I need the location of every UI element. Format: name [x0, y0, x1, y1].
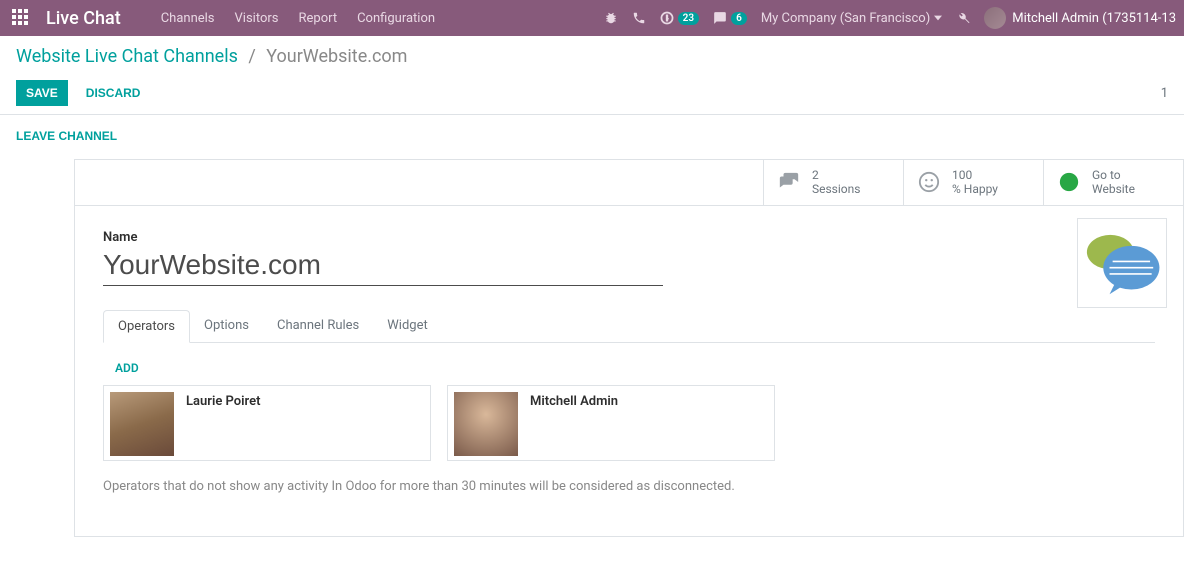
tab-content-operators: ADD Laurie Poiret Mitchell Admin Operato… [103, 343, 1155, 512]
avatar [110, 392, 174, 456]
save-button[interactable]: SAVE [16, 80, 68, 106]
discard-button[interactable]: DISCARD [76, 80, 151, 106]
chat-badge: 6 [731, 12, 747, 25]
stat-happy-count: 100 [952, 168, 998, 182]
secondary-action-bar: LEAVE CHANNEL [0, 115, 1184, 159]
nav-configuration[interactable]: Configuration [357, 11, 435, 26]
stat-button-row: 2 Sessions 100 % Happy Go to Website [75, 160, 1183, 206]
phone-icon[interactable] [632, 11, 646, 25]
avatar [984, 7, 1006, 29]
nav-links: Channels Visitors Report Configuration [161, 11, 435, 26]
channel-image[interactable] [1077, 218, 1167, 308]
user-name: Mitchell Admin (1735114-13 [1012, 11, 1176, 26]
wrench-icon[interactable] [956, 11, 970, 25]
company-selector[interactable]: My Company (San Francisco) [761, 11, 942, 26]
smile-icon [918, 171, 940, 193]
breadcrumb-root[interactable]: Website Live Chat Channels [16, 46, 238, 67]
operator-name: Laurie Poiret [186, 392, 260, 409]
stat-happy-label: % Happy [952, 182, 998, 196]
stat-sessions[interactable]: 2 Sessions [763, 160, 903, 205]
stat-happy[interactable]: 100 % Happy [903, 160, 1043, 205]
tab-channel-rules[interactable]: Channel Rules [263, 310, 373, 342]
chat-icon[interactable]: 6 [713, 11, 747, 25]
breadcrumb-bar: Website Live Chat Channels / YourWebsite… [0, 36, 1184, 72]
action-bar: SAVE DISCARD 1 [0, 72, 1184, 115]
systray: 23 6 My Company (San Francisco) Mitchell… [604, 7, 1176, 29]
name-input[interactable] [103, 249, 663, 286]
stat-sessions-count: 2 [812, 168, 860, 182]
chat-bubbles-icon [778, 171, 800, 193]
nav-channels[interactable]: Channels [161, 11, 215, 26]
apps-icon[interactable] [12, 9, 30, 27]
form-sheet: 2 Sessions 100 % Happy Go to Website [74, 159, 1184, 537]
add-operator-button[interactable]: ADD [115, 361, 139, 375]
app-brand: Live Chat [46, 8, 121, 29]
operators-help-text: Operators that do not show any activity … [103, 479, 1155, 494]
activity-badge: 23 [678, 12, 699, 25]
chevron-down-icon [934, 14, 942, 22]
avatar [454, 392, 518, 456]
bug-icon[interactable] [604, 11, 618, 25]
top-navbar: Live Chat Channels Visitors Report Confi… [0, 0, 1184, 36]
tab-options[interactable]: Options [190, 310, 263, 342]
tab-operators[interactable]: Operators [103, 310, 190, 343]
page-indicator: 1 [1161, 86, 1168, 101]
stat-sessions-label: Sessions [812, 182, 860, 196]
breadcrumb: Website Live Chat Channels / YourWebsite… [16, 46, 1168, 67]
stat-website[interactable]: Go to Website [1043, 160, 1183, 205]
company-label: My Company (San Francisco) [761, 11, 930, 26]
breadcrumb-current: YourWebsite.com [266, 46, 407, 67]
stat-website-l1: Go to [1092, 168, 1135, 182]
globe-icon [1058, 171, 1080, 193]
breadcrumb-sep: / [248, 46, 255, 67]
leave-channel-button[interactable]: LEAVE CHANNEL [16, 123, 127, 149]
operators-list: Laurie Poiret Mitchell Admin [103, 385, 1155, 461]
name-label: Name [103, 230, 1155, 245]
nav-report[interactable]: Report [299, 11, 338, 26]
nav-visitors[interactable]: Visitors [235, 11, 279, 26]
operator-name: Mitchell Admin [530, 392, 618, 409]
operator-card[interactable]: Mitchell Admin [447, 385, 775, 461]
tabs: Operators Options Channel Rules Widget [103, 310, 1155, 343]
user-menu[interactable]: Mitchell Admin (1735114-13 [984, 7, 1176, 29]
stat-website-l2: Website [1092, 182, 1135, 196]
tab-widget[interactable]: Widget [373, 310, 441, 342]
operator-card[interactable]: Laurie Poiret [103, 385, 431, 461]
activity-icon[interactable]: 23 [660, 11, 699, 25]
